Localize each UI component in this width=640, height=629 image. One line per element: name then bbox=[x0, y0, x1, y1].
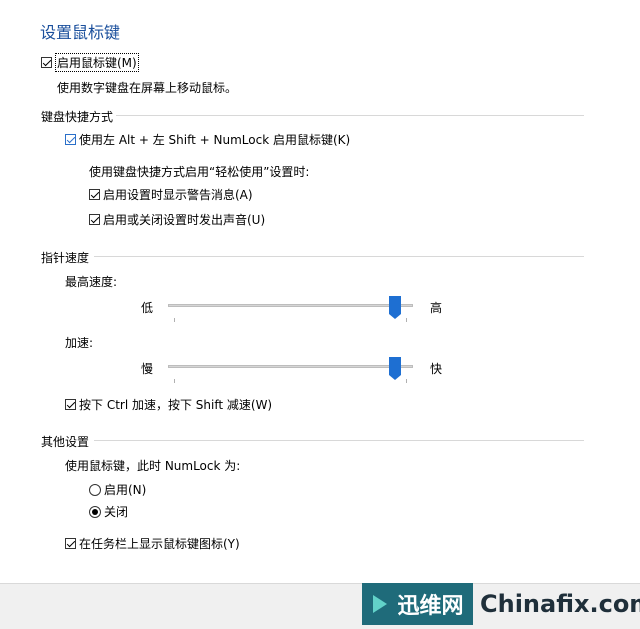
numlock-on-radio[interactable]: 启用(N) bbox=[89, 481, 146, 498]
taskbar-icon-checkbox[interactable]: 在任务栏上显示鼠标键图标(Y) bbox=[65, 535, 240, 552]
group-title-pointer-speed: 指针速度 bbox=[41, 251, 90, 265]
acceleration-label: 加速: bbox=[65, 336, 94, 350]
slider-tick bbox=[406, 318, 407, 322]
top-speed-slider-thumb[interactable] bbox=[389, 296, 402, 319]
main-description: 使用数字键盘在屏幕上移动鼠标。 bbox=[57, 81, 238, 95]
radio-mark[interactable] bbox=[89, 505, 101, 518]
watermark-logo: 迅维网 bbox=[362, 583, 473, 625]
warning-message-checkbox[interactable]: 启用设置时显示警告消息(A) bbox=[89, 186, 253, 203]
acceleration-slider-thumb[interactable] bbox=[389, 357, 402, 380]
checkbox-mark[interactable] bbox=[65, 134, 76, 145]
top-speed-high-label: 高 bbox=[430, 301, 443, 315]
slider-tick bbox=[174, 379, 175, 383]
radio-mark[interactable] bbox=[89, 483, 101, 496]
group-divider bbox=[94, 256, 584, 257]
watermark-en: Chinafix.com bbox=[480, 590, 640, 618]
warning-message-label: 启用设置时显示警告消息(A) bbox=[103, 188, 253, 202]
ctrl-shift-checkbox[interactable]: 按下 Ctrl 加速，按下 Shift 减速(W) bbox=[65, 396, 272, 413]
shortcut-checkbox[interactable]: 使用左 Alt + 左 Shift + NumLock 启用鼠标键(K) bbox=[65, 131, 350, 148]
sound-checkbox[interactable]: 启用或关闭设置时发出声音(U) bbox=[89, 211, 265, 228]
top-speed-low-label: 低 bbox=[141, 301, 154, 315]
group-divider bbox=[94, 440, 584, 441]
slider-tick bbox=[174, 318, 175, 322]
checkbox-mark[interactable] bbox=[65, 538, 76, 549]
numlock-off-label: 关闭 bbox=[104, 505, 129, 519]
numlock-label: 使用鼠标键，此时 NumLock 为: bbox=[65, 459, 241, 473]
acceleration-high-label: 快 bbox=[430, 362, 443, 376]
taskbar-icon-label: 在任务栏上显示鼠标键图标(Y) bbox=[79, 537, 240, 551]
enable-mouse-keys-checkbox[interactable]: 启用鼠标键(M) bbox=[41, 53, 139, 72]
page-title: 设置鼠标键 bbox=[40, 23, 121, 42]
slider-tick bbox=[406, 379, 407, 383]
group-divider bbox=[116, 115, 584, 116]
shortcut-subtitle: 使用键盘快捷方式启用“轻松使用”设置时: bbox=[89, 165, 310, 179]
group-title-other-settings: 其他设置 bbox=[41, 435, 90, 449]
checkbox-mark[interactable] bbox=[41, 57, 52, 68]
group-title-keyboard-shortcut: 键盘快捷方式 bbox=[41, 110, 114, 124]
sound-checkbox-label: 启用或关闭设置时发出声音(U) bbox=[103, 213, 266, 227]
acceleration-low-label: 慢 bbox=[141, 362, 154, 376]
logo-arrow-icon bbox=[371, 593, 393, 615]
ctrl-shift-checkbox-label: 按下 Ctrl 加速，按下 Shift 减速(W) bbox=[79, 398, 273, 412]
numlock-off-radio[interactable]: 关闭 bbox=[89, 503, 128, 520]
acceleration-slider-track[interactable] bbox=[168, 365, 413, 368]
top-speed-slider-track[interactable] bbox=[168, 304, 413, 307]
checkbox-mark[interactable] bbox=[89, 214, 100, 225]
checkbox-mark[interactable] bbox=[89, 189, 100, 200]
checkbox-mark[interactable] bbox=[65, 399, 76, 410]
watermark-cn: 迅维网 bbox=[397, 594, 464, 619]
shortcut-checkbox-label: 使用左 Alt + 左 Shift + NumLock 启用鼠标键(K) bbox=[79, 133, 351, 147]
enable-mouse-keys-label: 启用鼠标键(M) bbox=[55, 53, 139, 72]
top-speed-label: 最高速度: bbox=[65, 275, 118, 289]
numlock-on-label: 启用(N) bbox=[104, 483, 147, 497]
